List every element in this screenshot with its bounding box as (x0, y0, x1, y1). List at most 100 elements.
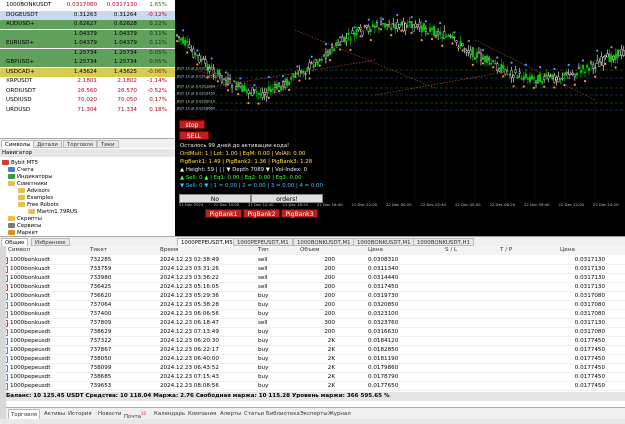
market-watch-row[interactable]: AUDUSD+ 0.62627 0.62628 0.22% (0, 20, 175, 29)
table-row[interactable]: 1000pepeusdt 738099 2024.12.23 06:43:52 buy… (0, 364, 625, 373)
toolbox-tab[interactable]: Компания (186, 409, 218, 419)
toolbox-tab[interactable]: Торговля (8, 409, 41, 419)
market-watch-row[interactable]: ORDIUSDT 26.560 26.570 -0.52% (0, 86, 175, 96)
column-header[interactable]: Тикет (90, 246, 107, 255)
market-watch-row[interactable]: EURUSD+ 1.04379 1.04379 0.11% (0, 39, 175, 48)
column-header[interactable]: T / P (500, 246, 512, 255)
candle-body (345, 38, 348, 42)
table-cell: 200 (324, 311, 335, 317)
column-header[interactable]: Время (160, 246, 178, 255)
column-header[interactable]: Символ (8, 246, 30, 255)
stop-button[interactable]: stop (179, 120, 205, 129)
candle-body (465, 50, 468, 53)
market-watch-row[interactable]: USDCAD+ 1.43624 1.43625 -0.06% (0, 67, 175, 77)
toolbox-tab[interactable]: Новости (96, 409, 123, 419)
tab-favorites[interactable]: Избранное (31, 238, 70, 246)
table-cell: 0.0317080 (574, 329, 605, 335)
table-row[interactable]: 1000bonkusdt 736425 2024.12.23 05:16:05 sel… (0, 283, 625, 292)
candle-body (253, 89, 256, 91)
candle-body (273, 83, 276, 88)
table-cell: 737322 (90, 338, 112, 344)
tab-details[interactable]: Детали (33, 140, 62, 148)
ea-info-line: ▲ Height: 59 | | | ▼ Depth 7089 ▼ | Vol-… (180, 167, 307, 173)
column-header[interactable]: Цена (560, 246, 575, 255)
table-row[interactable]: 1000bonkusdt 737809 2024.12.23 06:18:47 sel… (0, 319, 625, 328)
market-watch-row[interactable]: 1.04379 1.04379 0.11% (0, 29, 175, 39)
pigbank-button[interactable]: PigBank2 (243, 209, 280, 218)
sell-button[interactable]: SELL (179, 131, 209, 140)
market-watch-row[interactable]: DOGEUSDT 0.31263 0.31264 -0.12% (0, 10, 175, 20)
toolbox-tab[interactable]: Эксперты (298, 409, 330, 419)
table-row[interactable]: 1000bonkusdt 737064 2024.12.23 05:38:28 buy… (0, 301, 625, 310)
chart-tab[interactable]: 1000BONKUSDT,M1 (293, 238, 355, 246)
trade-marker (543, 85, 546, 88)
table-cell: 739653 (90, 383, 112, 389)
table-row[interactable]: 1000bonkusdt 732285 2024.12.23 02:38:49 sel… (0, 256, 625, 265)
market-watch-row[interactable]: 1000BONKUSDT 0.0317080 0.0317130 1.65% (0, 1, 175, 10)
table-cell: 200 (324, 302, 335, 308)
chart-tab[interactable]: 1000BONKUSDT,M1 (353, 238, 415, 246)
table-row[interactable]: 1000pepeusdt 737322 2024.12.23 06:20:30 buy… (0, 337, 625, 346)
table-cell: 733759 (90, 266, 112, 272)
candle-body (467, 50, 470, 53)
table-cell: 200 (324, 329, 335, 335)
column-header[interactable]: Тип (258, 246, 269, 255)
candle-body (365, 24, 368, 28)
toolbox-sidebar[interactable] (0, 246, 6, 424)
table-row[interactable]: 1000bonkusdt 733759 2024.12.23 03:31:26 sel… (0, 265, 625, 274)
trade-marker (512, 85, 515, 88)
tab-ticks[interactable]: Тики (97, 140, 119, 148)
candle-body (463, 48, 466, 50)
toolbox-tab[interactable]: Алерты (218, 409, 243, 419)
table-row[interactable]: 1000pepeusdt 739653 2024.12.23 08:08:56 buy… (0, 382, 625, 391)
navigator-item[interactable]: Маркет (8, 229, 38, 236)
table-row[interactable]: 1000pepeusdt 738050 2024.12.23 06:40:00 buy… (0, 355, 625, 364)
candle-body (424, 28, 427, 32)
toolbox-tab[interactable]: Журнал (326, 409, 353, 419)
trade-marker (400, 29, 403, 32)
market-watch-row[interactable]: 1.25734 1.25734 0.05% (0, 48, 175, 58)
tab-symbols[interactable]: Символы (1, 140, 35, 148)
market-watch-row[interactable]: GBPUSD+ 1.25734 1.25734 0.05% (0, 58, 175, 67)
price-chart[interactable]: BUY 1k at 0.0313412 BUY 1k at 0.0312850 BU… (175, 0, 625, 236)
table-cell: 0.0314440 (368, 275, 399, 281)
toolbox-tab[interactable]: Активы (42, 409, 67, 419)
toolbox-tabs: Торговля Активы История Новости Почта10 Кален… (6, 407, 625, 420)
tab-trading[interactable]: Торговля (63, 140, 98, 148)
orders-label: orders! (251, 194, 323, 203)
column-header[interactable]: S / L (445, 246, 457, 255)
table-cell: buy (258, 302, 269, 308)
toolbox-tab[interactable]: Почта10 (122, 409, 148, 420)
pigbank-button[interactable]: PigBank1 (205, 209, 242, 218)
candle-body (555, 77, 558, 80)
table-row[interactable]: 1000pepeusdt 738629 2024.12.23 07:13:49 buy… (0, 328, 625, 337)
trade-marker (308, 77, 311, 80)
change-percent: 0.22% (149, 21, 167, 27)
chart-tab[interactable]: 1000PEPEUSDT,M1 (233, 238, 293, 246)
toolbox-tab[interactable]: Библиотека (264, 409, 302, 419)
column-header[interactable]: Объем (300, 246, 319, 255)
market-watch-row[interactable]: URDUSD 71.304 71.334 0.18% (0, 105, 175, 115)
candle-body (602, 57, 605, 66)
toolbox-tab[interactable]: История (66, 409, 94, 419)
table-row[interactable]: 1000bonkusdt 736620 2024.12.23 05:29:36 buy… (0, 292, 625, 301)
table-row[interactable]: 1000pepeusdt 738685 2024.12.23 07:15:43 buy… (0, 373, 625, 382)
toolbox-tab[interactable]: Статьи (242, 409, 266, 419)
table-row[interactable]: 1000pepeusdt 737867 2024.12.23 06:22:17 buy… (0, 346, 625, 355)
trade-marker (396, 13, 399, 17)
table-row[interactable]: 1000bonkusdt 733980 2024.12.23 03:36:22 sel… (0, 274, 625, 283)
bid-price: 0.0317080 (66, 2, 97, 8)
broker-icon (2, 160, 9, 165)
market-watch-row[interactable]: USDIUSD 70.020 70.050 0.17% (0, 96, 175, 105)
folder-icon (8, 174, 15, 179)
trade-marker (298, 79, 301, 82)
candle-body (473, 58, 476, 60)
market-watch-row[interactable]: XRPUSDT 2.1801 2.1802 -1.14% (0, 77, 175, 86)
tab-common[interactable]: Общие (1, 238, 29, 246)
table-row[interactable]: 1000bonkusdt 737400 2024.12.23 06:06:56 buy… (0, 310, 625, 319)
toolbox-tab[interactable]: Календарь (152, 409, 187, 419)
chart-tab[interactable]: 1000BONKUSDT,H1 (413, 238, 474, 246)
pigbank-button[interactable]: PigBank3 (281, 209, 318, 218)
column-header[interactable]: Цена (368, 246, 383, 255)
chart-tab[interactable]: 1000PEPEUSDT,M5 (177, 238, 237, 246)
